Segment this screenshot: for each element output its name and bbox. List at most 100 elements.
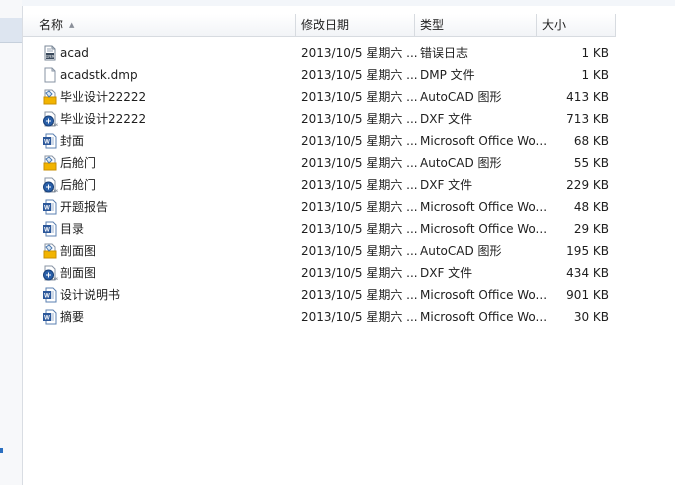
file-row[interactable]: 后舱门 2013/10/5 星期六 ... AutoCAD 图形 55 KB bbox=[23, 152, 616, 174]
file-name: 封面 bbox=[60, 134, 85, 148]
file-row[interactable]: 毕业设计22222 2013/10/5 星期六 ... AutoCAD 图形 413 … bbox=[23, 86, 616, 108]
word-doc-icon: W bbox=[42, 199, 58, 215]
column-header-type-label: 类型 bbox=[420, 18, 445, 32]
file-list: ERR acad 2013/10/5 星期六 ... 错误日志 1 KB acadstk.… bbox=[23, 42, 616, 328]
file-type: DXF 文件 bbox=[420, 178, 473, 192]
file-type: DXF 文件 bbox=[420, 266, 473, 280]
file-type: Microsoft Office Wo... bbox=[420, 134, 548, 148]
file-date-modified: 2013/10/5 星期六 ... bbox=[301, 68, 418, 82]
column-header-name[interactable]: 名称 ▲ bbox=[23, 14, 296, 36]
file-date-modified: 2013/10/5 星期六 ... bbox=[301, 134, 418, 148]
file-size: 1 KB bbox=[581, 68, 609, 82]
file-date-modified: 2013/10/5 星期六 ... bbox=[301, 178, 418, 192]
file-size: 434 KB bbox=[566, 266, 609, 280]
error-log-icon: ERR bbox=[42, 45, 58, 61]
file-type: 错误日志 bbox=[420, 46, 469, 60]
toolbar bbox=[22, 0, 675, 6]
dxf-file-icon: DXF bbox=[42, 177, 61, 193]
file-name: 剖面图 bbox=[60, 244, 97, 258]
file-name: 开题报告 bbox=[60, 200, 109, 214]
svg-text:W: W bbox=[44, 294, 50, 300]
svg-text:W: W bbox=[44, 206, 50, 212]
column-header-date-label: 修改日期 bbox=[301, 18, 350, 32]
column-header-type[interactable]: 类型 bbox=[415, 14, 537, 36]
word-doc-icon: W bbox=[42, 287, 58, 303]
file-size: 55 KB bbox=[573, 156, 609, 170]
file-date-modified: 2013/10/5 星期六 ... bbox=[301, 90, 418, 104]
file-date-modified: 2013/10/5 星期六 ... bbox=[301, 288, 418, 302]
file-date-modified: 2013/10/5 星期六 ... bbox=[301, 46, 418, 60]
column-header-date[interactable]: 修改日期 bbox=[296, 14, 415, 36]
file-name: acadstk.dmp bbox=[60, 68, 138, 82]
file-date-modified: 2013/10/5 星期六 ... bbox=[301, 222, 418, 236]
file-type: Microsoft Office Wo... bbox=[420, 310, 548, 324]
navigation-selected-item[interactable] bbox=[0, 18, 22, 43]
file-type: DMP 文件 bbox=[420, 68, 475, 82]
file-type: Microsoft Office Wo... bbox=[420, 288, 548, 302]
file-row[interactable]: W 封面 2013/10/5 星期六 ... Microsoft Office Wo.… bbox=[23, 130, 616, 152]
file-size: 901 KB bbox=[566, 288, 609, 302]
file-row[interactable]: W 开题报告 2013/10/5 星期六 ... Microsoft Office W… bbox=[23, 196, 616, 218]
file-row[interactable]: acadstk.dmp 2013/10/5 星期六 ... DMP 文件 1 KB bbox=[23, 64, 616, 86]
word-doc-icon: W bbox=[42, 133, 58, 149]
file-size: 68 KB bbox=[573, 134, 609, 148]
autocad-dwg-icon bbox=[42, 89, 58, 105]
file-type: AutoCAD 图形 bbox=[420, 156, 502, 170]
navigation-pane[interactable] bbox=[0, 0, 23, 485]
file-name: acad bbox=[60, 46, 89, 60]
file-row[interactable]: DXF毕业设计22222 2013/10/5 星期六 ...DXF 文件 713 K… bbox=[23, 108, 616, 130]
autocad-dwg-icon bbox=[42, 155, 58, 171]
file-type: DXF 文件 bbox=[420, 112, 473, 126]
file-size: 229 KB bbox=[566, 178, 609, 192]
file-size: 195 KB bbox=[566, 244, 609, 258]
file-name: 后舱门 bbox=[60, 156, 97, 170]
dxf-file-icon: DXF bbox=[42, 265, 61, 281]
dxf-file-icon: DXF bbox=[42, 111, 61, 127]
column-header-row: 名称 ▲ 修改日期 类型 大小 bbox=[23, 14, 616, 37]
blank-file-icon bbox=[42, 67, 58, 83]
svg-text:DXF: DXF bbox=[52, 276, 58, 281]
file-name: 目录 bbox=[60, 222, 85, 236]
file-type: AutoCAD 图形 bbox=[420, 90, 502, 104]
file-row[interactable]: DXF剖面图 2013/10/5 星期六 ...DXF 文件 434 KB bbox=[23, 262, 616, 284]
file-row[interactable]: 剖面图 2013/10/5 星期六 ... AutoCAD 图形 195 KB bbox=[23, 240, 616, 262]
svg-text:W: W bbox=[44, 228, 50, 234]
file-size: 413 KB bbox=[566, 90, 609, 104]
file-name: 剖面图 bbox=[60, 266, 97, 280]
svg-text:DXF: DXF bbox=[52, 188, 58, 193]
file-date-modified: 2013/10/5 星期六 ... bbox=[301, 310, 418, 324]
autocad-dwg-icon bbox=[42, 243, 58, 259]
file-name: 设计说明书 bbox=[60, 288, 121, 302]
file-row[interactable]: DXF后舱门 2013/10/5 星期六 ...DXF 文件 229 KB bbox=[23, 174, 616, 196]
file-date-modified: 2013/10/5 星期六 ... bbox=[301, 244, 418, 258]
column-header-size-label: 大小 bbox=[542, 18, 567, 32]
file-type: Microsoft Office Wo... bbox=[420, 200, 548, 214]
svg-text:W: W bbox=[44, 140, 50, 146]
file-row[interactable]: W 设计说明书 2013/10/5 星期六 ... Microsoft Office … bbox=[23, 284, 616, 306]
column-header-name-label: 名称 bbox=[39, 18, 64, 32]
svg-text:DXF: DXF bbox=[52, 122, 58, 127]
file-size: 30 KB bbox=[573, 310, 609, 324]
file-size: 48 KB bbox=[573, 200, 609, 214]
file-date-modified: 2013/10/5 星期六 ... bbox=[301, 266, 418, 280]
file-size: 713 KB bbox=[566, 112, 609, 126]
file-name: 毕业设计22222 bbox=[60, 90, 147, 104]
word-doc-icon: W bbox=[42, 221, 58, 237]
file-name: 摘要 bbox=[60, 310, 85, 324]
word-doc-icon: W bbox=[42, 309, 58, 325]
file-type: Microsoft Office Wo... bbox=[420, 222, 548, 236]
file-row[interactable]: W 摘要 2013/10/5 星期六 ... Microsoft Office Wo.… bbox=[23, 306, 616, 328]
svg-text:ERR: ERR bbox=[45, 54, 55, 59]
navigation-marker bbox=[0, 448, 3, 453]
file-date-modified: 2013/10/5 星期六 ... bbox=[301, 200, 418, 214]
file-row[interactable]: W 目录 2013/10/5 星期六 ... Microsoft Office Wo.… bbox=[23, 218, 616, 240]
column-header-size[interactable]: 大小 bbox=[537, 14, 616, 36]
file-name: 后舱门 bbox=[60, 178, 97, 192]
file-row[interactable]: ERR acad 2013/10/5 星期六 ... 错误日志 1 KB bbox=[23, 42, 616, 64]
file-date-modified: 2013/10/5 星期六 ... bbox=[301, 156, 418, 170]
file-type: AutoCAD 图形 bbox=[420, 244, 502, 258]
svg-text:W: W bbox=[44, 316, 50, 322]
file-size: 29 KB bbox=[573, 222, 609, 236]
file-date-modified: 2013/10/5 星期六 ... bbox=[301, 112, 418, 126]
sort-ascending-icon: ▲ bbox=[69, 21, 75, 29]
